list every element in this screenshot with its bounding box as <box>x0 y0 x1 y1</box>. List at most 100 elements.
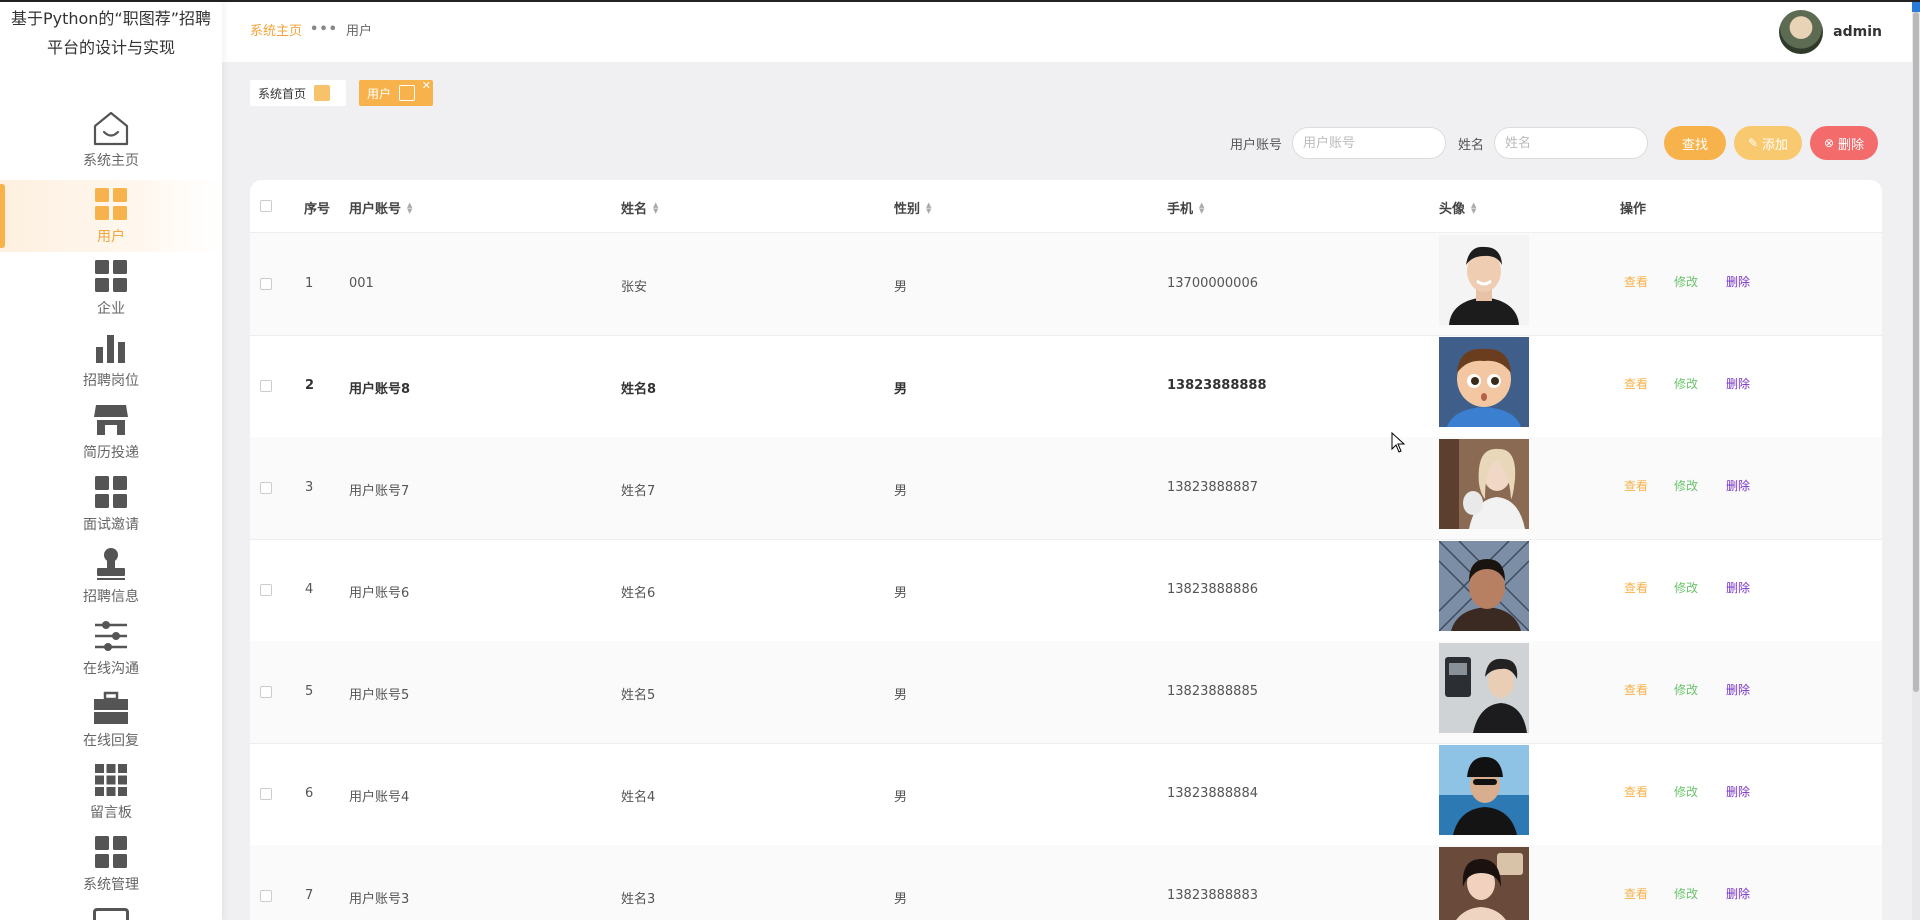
breadcrumb: 系统主页 ••• 用户 <box>250 20 372 39</box>
edit-link[interactable]: 修改 <box>1674 477 1698 494</box>
table-row[interactable]: 4 用户账号6 姓名6 男 13823888886 查看 修改 删除 <box>250 539 1882 642</box>
cell-index: 5 <box>305 684 314 699</box>
name-search-input[interactable] <box>1494 127 1648 159</box>
cell-index: 1 <box>305 276 314 291</box>
user-table: 序号 用户账号 ▲ ▼ 姓名 ▲ ▼ 性别 ▲ ▼ 手机 ▲ ▼ 头像 ▲ ▼ 操作 1 001 张… <box>250 180 1882 920</box>
cell-index: 3 <box>305 480 314 495</box>
view-link[interactable]: 查看 <box>1624 579 1648 596</box>
close-icon[interactable]: ✕ <box>422 79 431 92</box>
table-row[interactable]: 1 001 张安 男 13700000006 查看 修改 删除 <box>250 233 1882 336</box>
more-icon: ••• <box>310 22 338 37</box>
sidebar-item-reply[interactable]: 在线回复 <box>0 684 222 756</box>
delete-link[interactable]: 删除 <box>1726 579 1750 596</box>
cell-name: 张安 <box>621 280 648 295</box>
cell-phone: 13700000006 <box>1167 276 1258 291</box>
sidebar-item-interview[interactable]: 面试邀请 <box>0 468 222 540</box>
select-all-checkbox[interactable] <box>260 200 272 212</box>
sidebar-item-users[interactable]: 用户 <box>0 180 222 252</box>
cell-account: 用户账号4 <box>349 790 410 805</box>
sidebar-item-chat[interactable]: 在线沟通 <box>0 612 222 684</box>
cell-phone: 13823888887 <box>1167 480 1258 495</box>
edit-link[interactable]: 修改 <box>1674 681 1698 698</box>
delete-link[interactable]: 删除 <box>1726 375 1750 392</box>
sidebar-item-recruit-info[interactable]: 招聘信息 <box>0 540 222 612</box>
view-link[interactable]: 查看 <box>1624 783 1648 800</box>
search-button[interactable]: 查找 <box>1664 126 1726 160</box>
delete-link[interactable]: 删除 <box>1726 681 1750 698</box>
view-link[interactable]: 查看 <box>1624 273 1648 290</box>
edit-link[interactable]: 修改 <box>1674 885 1698 902</box>
page-scrollbar[interactable] <box>1912 2 1920 920</box>
sidebar-item-label: 简历投递 <box>83 445 139 461</box>
cell-account: 用户账号3 <box>349 892 410 907</box>
add-button[interactable]: ✎ 添加 <box>1734 126 1802 160</box>
cell-name: 姓名7 <box>621 484 656 499</box>
cell-account: 用户账号7 <box>349 484 410 499</box>
tab-label: 用户 <box>367 86 392 101</box>
table-row[interactable]: 3 用户账号7 姓名7 男 13823888887 查看 修改 删除 <box>250 437 1882 540</box>
cell-name: 姓名8 <box>621 382 657 397</box>
edit-link[interactable]: 修改 <box>1674 375 1698 392</box>
view-link[interactable]: 查看 <box>1624 375 1648 392</box>
sidebar-item-label: 用户 <box>97 229 125 245</box>
tab-home[interactable]: 系统首页 <box>250 80 346 106</box>
cell-account: 用户账号6 <box>349 586 410 601</box>
table-row[interactable]: 2 用户账号8 姓名8 男 13823888888 查看 修改 删除 <box>250 335 1882 438</box>
user-avatar-image <box>1439 643 1529 733</box>
sidebar-item-label: 招聘岗位 <box>83 373 139 389</box>
col-name[interactable]: 姓名 ▲ ▼ <box>621 198 658 217</box>
user-avatar-image <box>1439 439 1529 529</box>
monitor-icon[interactable] <box>93 908 129 920</box>
col-avatar[interactable]: 头像 ▲ ▼ <box>1439 198 1476 217</box>
delete-link[interactable]: 删除 <box>1726 477 1750 494</box>
row-checkbox[interactable] <box>260 584 272 596</box>
sidebar-item-resume[interactable]: 简历投递 <box>0 396 222 468</box>
view-link[interactable]: 查看 <box>1624 885 1648 902</box>
row-checkbox[interactable] <box>260 482 272 494</box>
scrollbar-top-marker <box>1912 2 1920 12</box>
batch-delete-button[interactable]: ⊗ 删除 <box>1810 126 1878 160</box>
table-row[interactable]: 5 用户账号5 姓名5 男 13823888885 查看 修改 删除 <box>250 641 1882 744</box>
row-checkbox[interactable] <box>260 788 272 800</box>
breadcrumb-home[interactable]: 系统主页 <box>250 20 302 39</box>
tab-users[interactable]: 用户 ✕ <box>359 79 433 106</box>
view-link[interactable]: 查看 <box>1624 477 1648 494</box>
grid-icon <box>91 472 131 512</box>
scrollbar-thumb[interactable] <box>1913 12 1919 692</box>
table-row[interactable]: 7 用户账号3 姓名3 男 13823888883 查看 修改 删除 <box>250 845 1882 920</box>
row-checkbox[interactable] <box>260 890 272 902</box>
edit-link[interactable]: 修改 <box>1674 579 1698 596</box>
delete-link[interactable]: 删除 <box>1726 885 1750 902</box>
user-avatar-image <box>1439 235 1529 325</box>
cell-index: 7 <box>305 888 314 903</box>
table-row[interactable]: 6 用户账号4 姓名4 男 13823888884 查看 修改 删除 <box>250 743 1882 846</box>
row-checkbox[interactable] <box>260 278 272 290</box>
user-menu[interactable]: admin <box>1779 10 1882 54</box>
account-search-input[interactable] <box>1291 127 1446 159</box>
grid-icon <box>91 832 131 872</box>
row-checkbox[interactable] <box>260 380 272 392</box>
cell-account: 001 <box>349 276 374 291</box>
view-link[interactable]: 查看 <box>1624 681 1648 698</box>
edit-link[interactable]: 修改 <box>1674 273 1698 290</box>
col-account[interactable]: 用户账号 ▲ ▼ <box>349 198 412 217</box>
username: admin <box>1833 24 1882 40</box>
col-actions: 操作 <box>1620 202 1647 217</box>
delete-link[interactable]: 删除 <box>1726 783 1750 800</box>
edit-link[interactable]: 修改 <box>1674 783 1698 800</box>
sidebar-item-company[interactable]: 企业 <box>0 252 222 324</box>
col-gender[interactable]: 性别 ▲ ▼ <box>894 198 931 217</box>
avatar[interactable] <box>1779 10 1824 54</box>
row-checkbox[interactable] <box>260 686 272 698</box>
cell-phone: 13823888883 <box>1167 888 1258 903</box>
sidebar-item-system[interactable]: 系统管理 <box>0 828 222 900</box>
cell-index: 6 <box>305 786 314 801</box>
sidebar-item-home[interactable]: 系统主页 <box>0 104 222 176</box>
sidebar-item-message-board[interactable]: 留言板 <box>0 756 222 828</box>
sidebar-item-jobs[interactable]: 招聘岗位 <box>0 324 222 396</box>
cell-gender: 男 <box>894 790 908 805</box>
sliders-icon <box>91 616 131 656</box>
col-phone[interactable]: 手机 ▲ ▼ <box>1167 198 1204 217</box>
delete-link[interactable]: 删除 <box>1726 273 1750 290</box>
sidebar-item-label: 系统主页 <box>83 153 139 169</box>
